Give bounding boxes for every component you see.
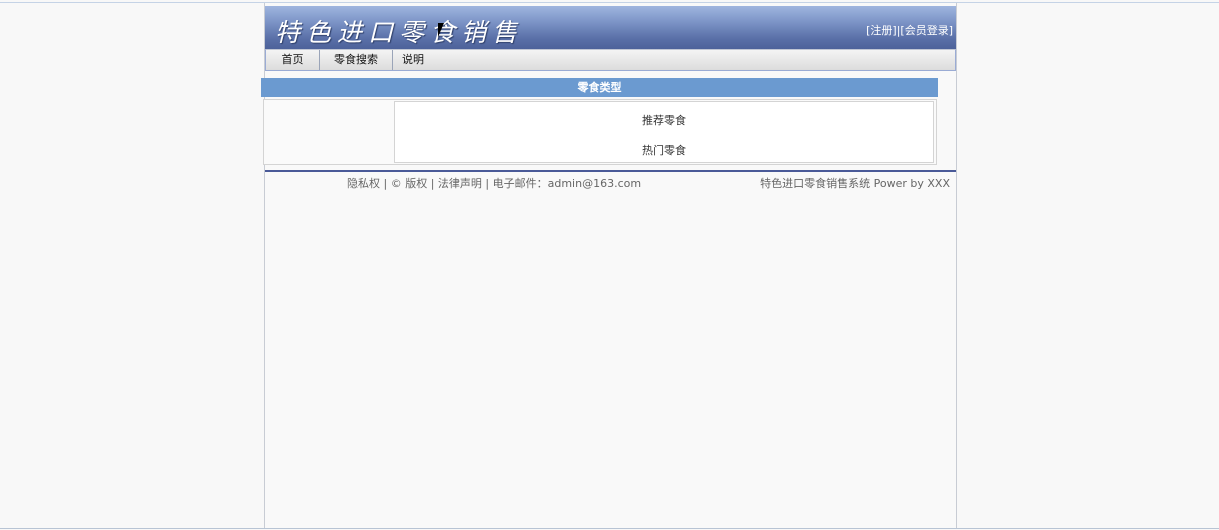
user-links: [注册]|[会员登录] bbox=[866, 24, 953, 37]
site-header: 特色进口零食销售 [注册]|[会员登录] bbox=[265, 6, 956, 49]
category-box: 推荐零食 热门零食 bbox=[263, 99, 937, 165]
snack-type-header: 零食类型 bbox=[261, 78, 938, 97]
category-list: 推荐零食 热门零食 bbox=[394, 101, 934, 163]
category-recommended-link[interactable]: 推荐零食 bbox=[395, 112, 933, 128]
mouse-cursor-icon bbox=[438, 23, 450, 37]
member-login-link[interactable]: 会员登录 bbox=[905, 24, 949, 37]
nav-item-home[interactable]: 首页 bbox=[266, 50, 320, 70]
powered-by: Power by XXX bbox=[873, 177, 950, 190]
main-nav: 首页 零食搜索 说明 bbox=[265, 49, 956, 71]
category-hot-link[interactable]: 热门零食 bbox=[395, 142, 933, 158]
footer-divider bbox=[265, 170, 956, 172]
copyright-link[interactable]: © 版权 bbox=[391, 177, 428, 190]
email-text: 电子邮件：admin@163.com bbox=[492, 177, 642, 190]
footer-links: 隐私权 | © 版权 | 法律声明 | 电子邮件：admin@163.com bbox=[347, 177, 642, 190]
nav-item-instructions[interactable]: 说明 bbox=[393, 50, 433, 70]
site-title: 特色进口零食销售 bbox=[275, 18, 524, 47]
nav-item-snack-search[interactable]: 零食搜索 bbox=[320, 50, 393, 70]
system-name: 特色进口零食销售系统 bbox=[760, 177, 871, 190]
page-wrapper: 特色进口零食销售 [注册]|[会员登录] 首页 零食搜索 说明 零食类型 推荐零… bbox=[261, 3, 957, 528]
privacy-link[interactable]: 隐私权 bbox=[347, 177, 380, 190]
register-link[interactable]: 注册 bbox=[870, 24, 892, 37]
legal-link[interactable]: 法律声明 bbox=[438, 177, 482, 190]
footer-credit: 特色进口零食销售系统 Power by XXX bbox=[760, 175, 950, 191]
bottom-border bbox=[0, 528, 1219, 529]
